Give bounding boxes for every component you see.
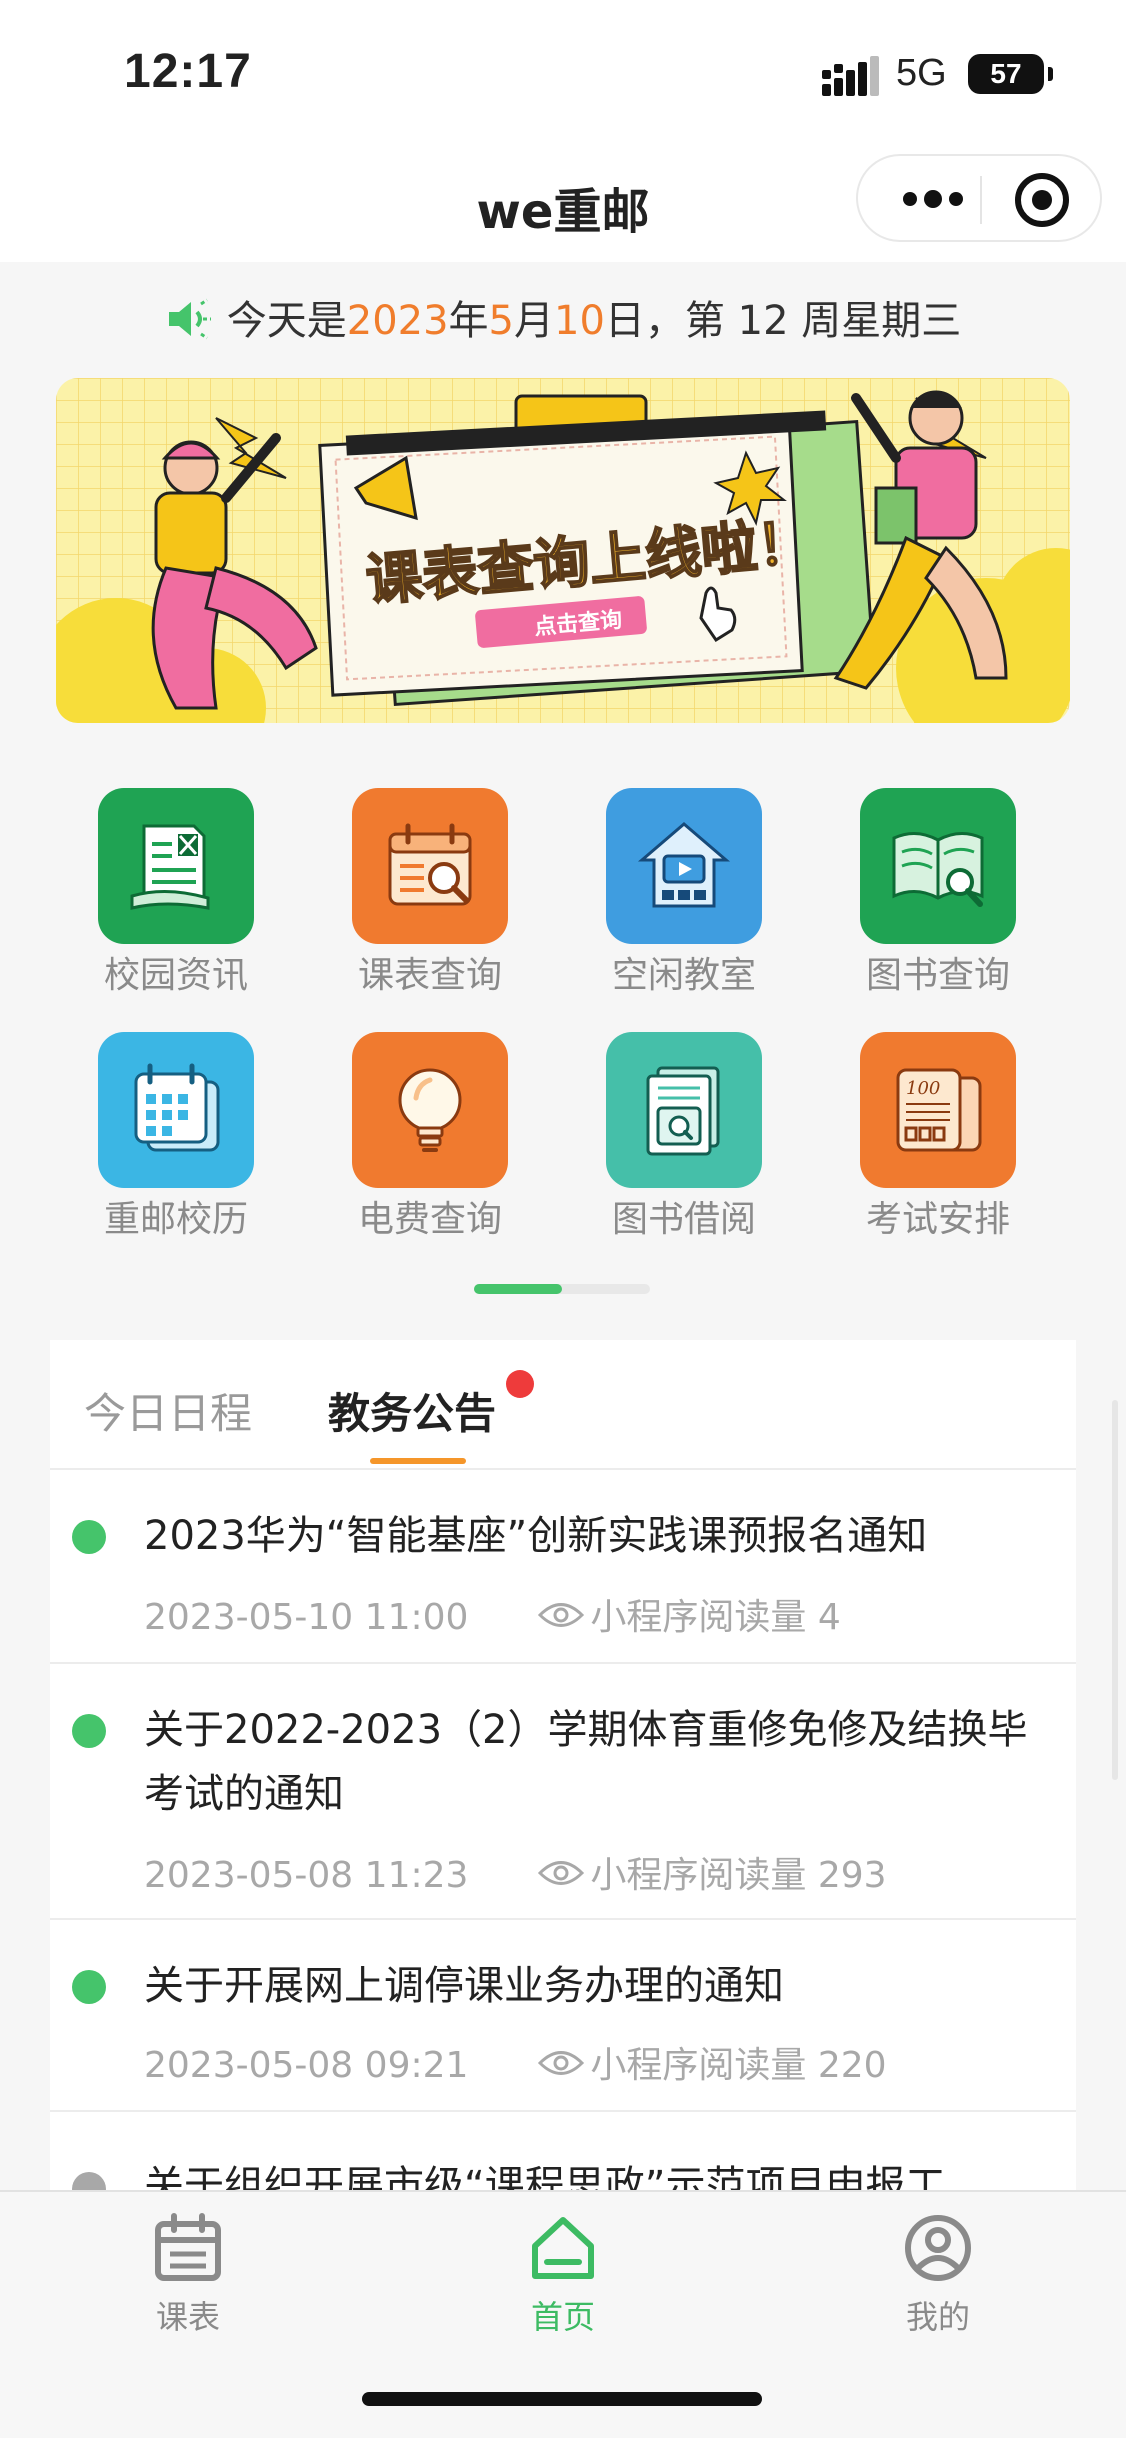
close-target-icon[interactable]	[1012, 170, 1072, 230]
book-borrow-icon-bg	[606, 1032, 762, 1188]
service-exam-schedule[interactable]: 100 考试安排	[820, 1032, 1040, 1252]
school-calendar-icon-bg	[98, 1032, 254, 1188]
book-borrow-label: 图书借阅	[611, 1199, 756, 1240]
tabbar-label-mine: 我的	[905, 2298, 970, 2336]
tabbar-label-schedule: 课表	[155, 2298, 220, 2336]
notice-views: 小程序阅读量 293	[590, 1855, 887, 1896]
calendar-search-icon	[388, 823, 472, 906]
notice-title: 2023华为“智能基座”创新实践课预报名通知	[144, 1513, 928, 1559]
status-time: 12:17	[124, 45, 252, 98]
eye-icon	[538, 1603, 585, 1627]
battery-icon: 57	[968, 54, 1053, 94]
profile-icon	[905, 2215, 971, 2281]
notice-meta: 2023-05-08 11:23 小程序阅读量 293	[144, 1846, 887, 1898]
book-search-label: 图书查询	[865, 955, 1010, 996]
signal-icon	[822, 56, 879, 96]
timetable-icon-bg	[352, 788, 508, 944]
tab-active-underline	[370, 1458, 466, 1464]
exam-calculator-icon: 100	[896, 1068, 982, 1152]
tabbar-item-mine[interactable]: 我的	[858, 2212, 1018, 2338]
newspaper-icon	[130, 824, 210, 910]
book-borrow-icon	[646, 1066, 720, 1156]
school-calendar-label: 重邮校历	[103, 1199, 248, 1240]
card-tabs: 今日日程 教务公告	[50, 1340, 1076, 1470]
free-classroom-icon-bg	[606, 788, 762, 944]
date-week: 第 12 周星期三	[684, 298, 962, 344]
scrollbar[interactable]	[1112, 1400, 1118, 1780]
free-classroom-label: 空闲教室	[611, 955, 756, 996]
tab-today-schedule[interactable]: 今日日程	[84, 1380, 252, 1441]
info-card: 今日日程 教务公告 2023华为“智能基座”创新实践课预报名通知 2023-05…	[50, 1340, 1076, 2240]
notice-meta: 2023-05-08 09:21 小程序阅读量 220	[144, 2036, 887, 2088]
promo-banner[interactable]: 课表查询上线啦！ 点击查询	[56, 378, 1070, 723]
service-free-classroom[interactable]: 空闲教室	[566, 788, 786, 1008]
notice-item[interactable]: 2023华为“智能基座”创新实践课预报名通知 2023-05-10 11:00 小…	[50, 1470, 1076, 1664]
notice-title: 关于开展网上调停课业务办理的通知	[144, 1963, 784, 2009]
service-campus-news[interactable]: 校园资讯	[58, 788, 278, 1008]
service-book-borrow[interactable]: 图书借阅	[566, 1032, 786, 1252]
exam-schedule-label: 考试安排	[865, 1199, 1010, 1240]
notice-date: 2023-05-10 11:00	[144, 1597, 469, 1638]
tab-academic-notices[interactable]: 教务公告	[328, 1380, 496, 1441]
notice-meta: 2023-05-10 11:00 小程序阅读量 4	[144, 1588, 841, 1640]
notice-views: 小程序阅读量 220	[590, 2045, 887, 2086]
date-year: 2023	[346, 298, 449, 344]
tabbar-label-home: 首页	[530, 2298, 595, 2336]
exam-schedule-icon-bg: 100	[860, 1032, 1016, 1188]
service-electricity[interactable]: 电费查询	[312, 1032, 532, 1252]
nav-bar: we重邮	[0, 150, 1126, 262]
date-month-unit: 月	[514, 298, 554, 344]
mini-program-capsule	[856, 154, 1102, 242]
home-icon	[532, 2217, 594, 2279]
notice-status-dot	[72, 1520, 106, 1554]
notice-date: 2023-05-08 11:23	[144, 1855, 469, 1896]
notice-views: 小程序阅读量 4	[590, 1597, 841, 1638]
date-day-unit: 日，	[604, 298, 685, 344]
notice-title: 关于2022-2023（2）学期体育重修免修及结换毕考试的通知	[144, 1707, 1028, 1817]
notice-status-dot	[72, 1714, 106, 1748]
notice-item[interactable]: 关于2022-2023（2）学期体育重修免修及结换毕考试的通知 2023-05-…	[50, 1664, 1076, 1920]
book-search-icon	[892, 832, 984, 907]
status-bar: 12:17 5G 57	[0, 0, 1126, 150]
date-year-unit: 年	[448, 298, 489, 344]
network-label: 5G	[896, 52, 947, 94]
book-search-icon-bg	[860, 788, 1016, 944]
timetable-label: 课表查询	[357, 955, 502, 996]
service-book-search[interactable]: 图书查询	[820, 788, 1040, 1008]
service-school-calendar[interactable]: 重邮校历	[58, 1032, 278, 1252]
campus-news-label: 校园资讯	[103, 955, 248, 996]
unread-badge	[506, 1370, 534, 1398]
notice-date: 2023-05-08 09:21	[144, 2045, 469, 2086]
notice-status-dot	[72, 1970, 106, 2004]
banner-illustration: 课表查询上线啦！ 点击查询	[56, 378, 1070, 723]
date-prefix: 今天是	[226, 298, 347, 344]
eye-icon	[538, 1861, 585, 1885]
classroom-icon	[637, 822, 731, 908]
lightbulb-icon	[398, 1068, 462, 1152]
grid-page-indicator-active	[474, 1284, 562, 1294]
date-day: 10	[554, 298, 605, 344]
calendar-icon	[134, 1063, 220, 1152]
eye-icon	[538, 2051, 585, 2075]
capsule-divider	[980, 176, 982, 224]
grid-page-indicator	[474, 1284, 650, 1294]
campus-news-icon-bg	[98, 788, 254, 944]
tabbar-item-home[interactable]: 首页	[483, 2212, 643, 2338]
tabbar-item-schedule[interactable]: 课表	[108, 2212, 268, 2338]
electricity-label: 电费查询	[357, 1199, 502, 1240]
more-icon[interactable]	[888, 172, 978, 226]
electricity-icon-bg	[352, 1032, 508, 1188]
service-timetable[interactable]: 课表查询	[312, 788, 532, 1008]
speaker-icon	[168, 298, 211, 340]
notice-item[interactable]: 关于开展网上调停课业务办理的通知 2023-05-08 09:21 小程序阅读量 …	[50, 1920, 1076, 2112]
timetable-icon	[155, 2213, 221, 2281]
date-month: 5	[488, 298, 514, 344]
date-info: 今天是2023年5月10日，第 12 周星期三	[0, 288, 1126, 348]
svg-text:100: 100	[906, 1078, 940, 1099]
home-indicator	[362, 2392, 762, 2406]
